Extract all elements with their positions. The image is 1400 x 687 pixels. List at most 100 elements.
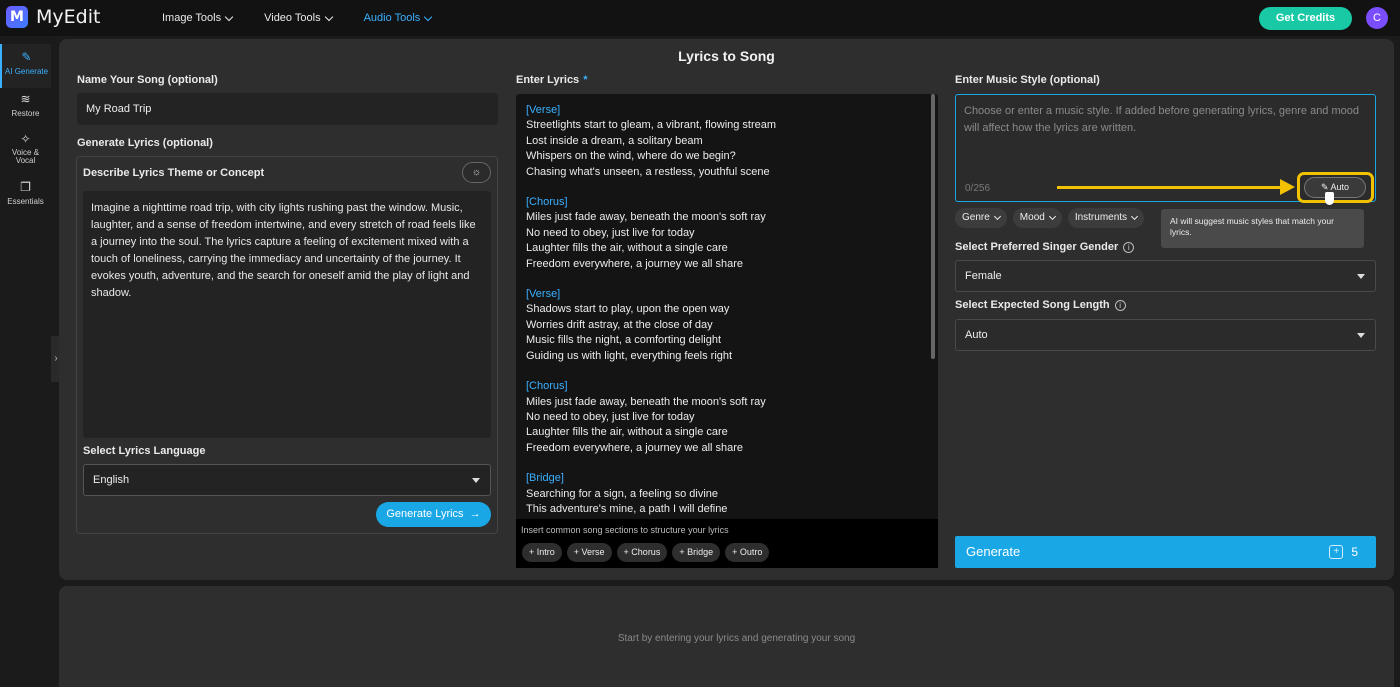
section-chips: + Intro + Verse + Chorus + Bridge + Outr…	[522, 543, 770, 562]
avatar[interactable]: C	[1366, 7, 1388, 29]
chevron-down-icon	[324, 12, 333, 21]
lyrics-line: Music fills the night, a comforting deli…	[526, 334, 722, 347]
lyrics-block: [Verse] Shadows start to play, upon the o…	[526, 287, 926, 364]
lyrics-line: No need to obey, just live for today	[526, 226, 695, 239]
lyrics-line: Whispers on the wind, where do we begin?	[526, 150, 736, 163]
lyrics-line: Guiding us with light, everything feels …	[526, 349, 733, 362]
app-logo[interactable]: M MyEdit	[6, 6, 100, 28]
chip-intro[interactable]: + Intro	[522, 543, 562, 562]
annotation-arrow	[1057, 186, 1282, 189]
info-icon[interactable]: i	[1123, 241, 1135, 253]
lyrics-line: Worries drift astray, at the close of da…	[526, 318, 713, 331]
chip-verse[interactable]: + Verse	[566, 543, 612, 562]
credit-icon: +	[1329, 545, 1344, 559]
lyrics-line: Laughter fills the air, without a single…	[526, 426, 728, 439]
lyrics-line: Freedom everywhere, a journey we all sha…	[526, 257, 744, 270]
filter-instruments[interactable]: Instruments	[1067, 208, 1145, 228]
annotation-arrow-head	[1280, 179, 1295, 195]
lyrics-line: Shadows start to play, upon the open way	[526, 303, 730, 316]
result-hint: Start by entering your lyrics and genera…	[617, 633, 856, 644]
arrow-right-icon: →	[466, 508, 481, 520]
lyrics-label: Enter Lyrics *	[516, 74, 587, 86]
auto-button-label: Auto	[1330, 182, 1350, 192]
top-bar: M MyEdit Image Tools Video Tools Audio T…	[0, 0, 1400, 36]
lyrics-line: Searching for a sign, a feeling so divin…	[526, 487, 719, 500]
chevron-down-icon	[224, 12, 234, 21]
generate-button[interactable]: Generate + 5	[955, 536, 1376, 568]
language-select[interactable]: English	[83, 464, 491, 496]
lyrics-section-tag: [Chorus]	[526, 380, 568, 393]
song-length-label-text: Select Expected Song Length	[955, 299, 1110, 311]
singer-gender-select[interactable]: Female	[955, 260, 1376, 292]
get-credits-button[interactable]: Get Credits	[1259, 7, 1352, 30]
nav-label: Video Tools	[264, 12, 321, 24]
nav-audio-tools[interactable]: Audio Tools	[364, 12, 433, 24]
auto-tooltip: AI will suggest music styles that match …	[1161, 209, 1364, 248]
waveform-icon: ≋	[20, 92, 31, 106]
filter-label: Instruments	[1074, 212, 1128, 223]
nav-label: Image Tools	[162, 12, 222, 24]
lyrics-textarea[interactable]: [Verse] Streetlights start to gleam, a vi…	[516, 94, 938, 568]
song-name-input[interactable]: My Road Trip	[77, 93, 498, 125]
idea-bulb-button[interactable]: ☼	[462, 162, 491, 183]
chevron-right-icon: ›	[54, 353, 58, 364]
sidebar-item-essentials[interactable]: ❐ Essentials	[0, 180, 51, 212]
chip-outro[interactable]: + Outro	[725, 543, 770, 562]
lyrics-content: [Verse] Streetlights start to gleam, a vi…	[526, 103, 926, 532]
lyrics-label-text: Enter Lyrics	[516, 74, 580, 86]
magic-wand-icon: ✎	[21, 50, 32, 64]
app-name: MyEdit	[36, 6, 101, 28]
magic-wand-icon: ✎	[1320, 182, 1331, 192]
generate-lyrics-button[interactable]: Generate Lyrics →	[376, 502, 491, 527]
lyrics-block: [Chorus] Miles just fade away, beneath th…	[526, 195, 926, 272]
sidebar: ✎ AI Generate ≋ Restore ✧ Voice & Vocal …	[0, 36, 51, 687]
generate-button-label: Generate	[966, 544, 1021, 559]
singer-gender-value: Female	[965, 270, 1002, 282]
credit-cost: + 5	[1329, 536, 1358, 568]
theme-label: Describe Lyrics Theme or Concept	[83, 167, 265, 179]
layers-icon: ❐	[20, 180, 31, 194]
lyrics-scrollbar[interactable]	[931, 94, 935, 359]
sidebar-item-ai-generate[interactable]: ✎ AI Generate	[0, 44, 51, 88]
main-nav: Image Tools Video Tools Audio Tools	[162, 0, 433, 36]
sidebar-item-restore[interactable]: ≋ Restore	[0, 92, 51, 124]
char-counter: 0/256	[965, 183, 991, 194]
nav-video-tools[interactable]: Video Tools	[264, 12, 333, 24]
song-name-label: Name Your Song (optional)	[77, 74, 218, 86]
filter-mood[interactable]: Mood	[1012, 208, 1062, 228]
chevron-down-icon	[993, 212, 1001, 221]
sidebar-item-voice-vocal[interactable]: ✧ Voice & Vocal	[0, 132, 51, 168]
chip-bridge[interactable]: + Bridge	[672, 543, 721, 562]
info-icon[interactable]: i	[1114, 299, 1126, 311]
lyrics-section-tag: [Verse]	[526, 104, 561, 116]
song-length-select[interactable]: Auto	[955, 319, 1376, 351]
theme-textarea[interactable]: Imagine a nighttime road trip, with city…	[83, 191, 491, 438]
music-style-placeholder: Choose or enter a music style. If added …	[964, 105, 1360, 134]
auto-button[interactable]: ✎ Auto	[1304, 177, 1366, 198]
lyrics-section-tag: [Bridge]	[526, 472, 564, 485]
style-filters: Genre Mood Instruments	[955, 208, 1145, 228]
lyrics-line: Chasing what's unseen, a restless, youth…	[526, 165, 770, 178]
lyrics-line: Freedom everywhere, a journey we all sha…	[526, 441, 744, 454]
lyrics-line: Lost inside a dream, a solitary beam	[526, 134, 703, 147]
voice-wand-icon: ✧	[20, 132, 31, 146]
mouse-cursor-icon	[1325, 192, 1334, 205]
caret-down-icon	[472, 478, 480, 483]
filter-label: Mood	[1019, 212, 1045, 223]
myedit-logo-icon: M	[6, 6, 28, 28]
sidebar-item-label: AI Generate	[4, 67, 49, 76]
chevron-down-icon	[1048, 212, 1056, 221]
caret-down-icon	[1357, 274, 1365, 279]
lyrics-line: Miles just fade away, beneath the moon's…	[526, 211, 766, 224]
nav-image-tools[interactable]: Image Tools	[162, 12, 234, 24]
chip-chorus[interactable]: + Chorus	[616, 543, 668, 562]
lyrics-block: [Bridge] Searching for a sign, a feeling …	[526, 471, 926, 517]
filter-genre[interactable]: Genre	[955, 208, 1007, 228]
chevron-down-icon	[424, 12, 433, 21]
song-length-value: Auto	[965, 329, 988, 341]
lyrics-block: [Chorus] Miles just fade away, beneath th…	[526, 379, 926, 456]
music-style-label: Enter Music Style (optional)	[955, 74, 1100, 86]
lyrics-line: This adventure's mine, a path I will def…	[526, 502, 728, 515]
lyrics-line: Streetlights start to gleam, a vibrant, …	[526, 119, 777, 132]
lyrics-section-tag: [Chorus]	[526, 196, 568, 209]
